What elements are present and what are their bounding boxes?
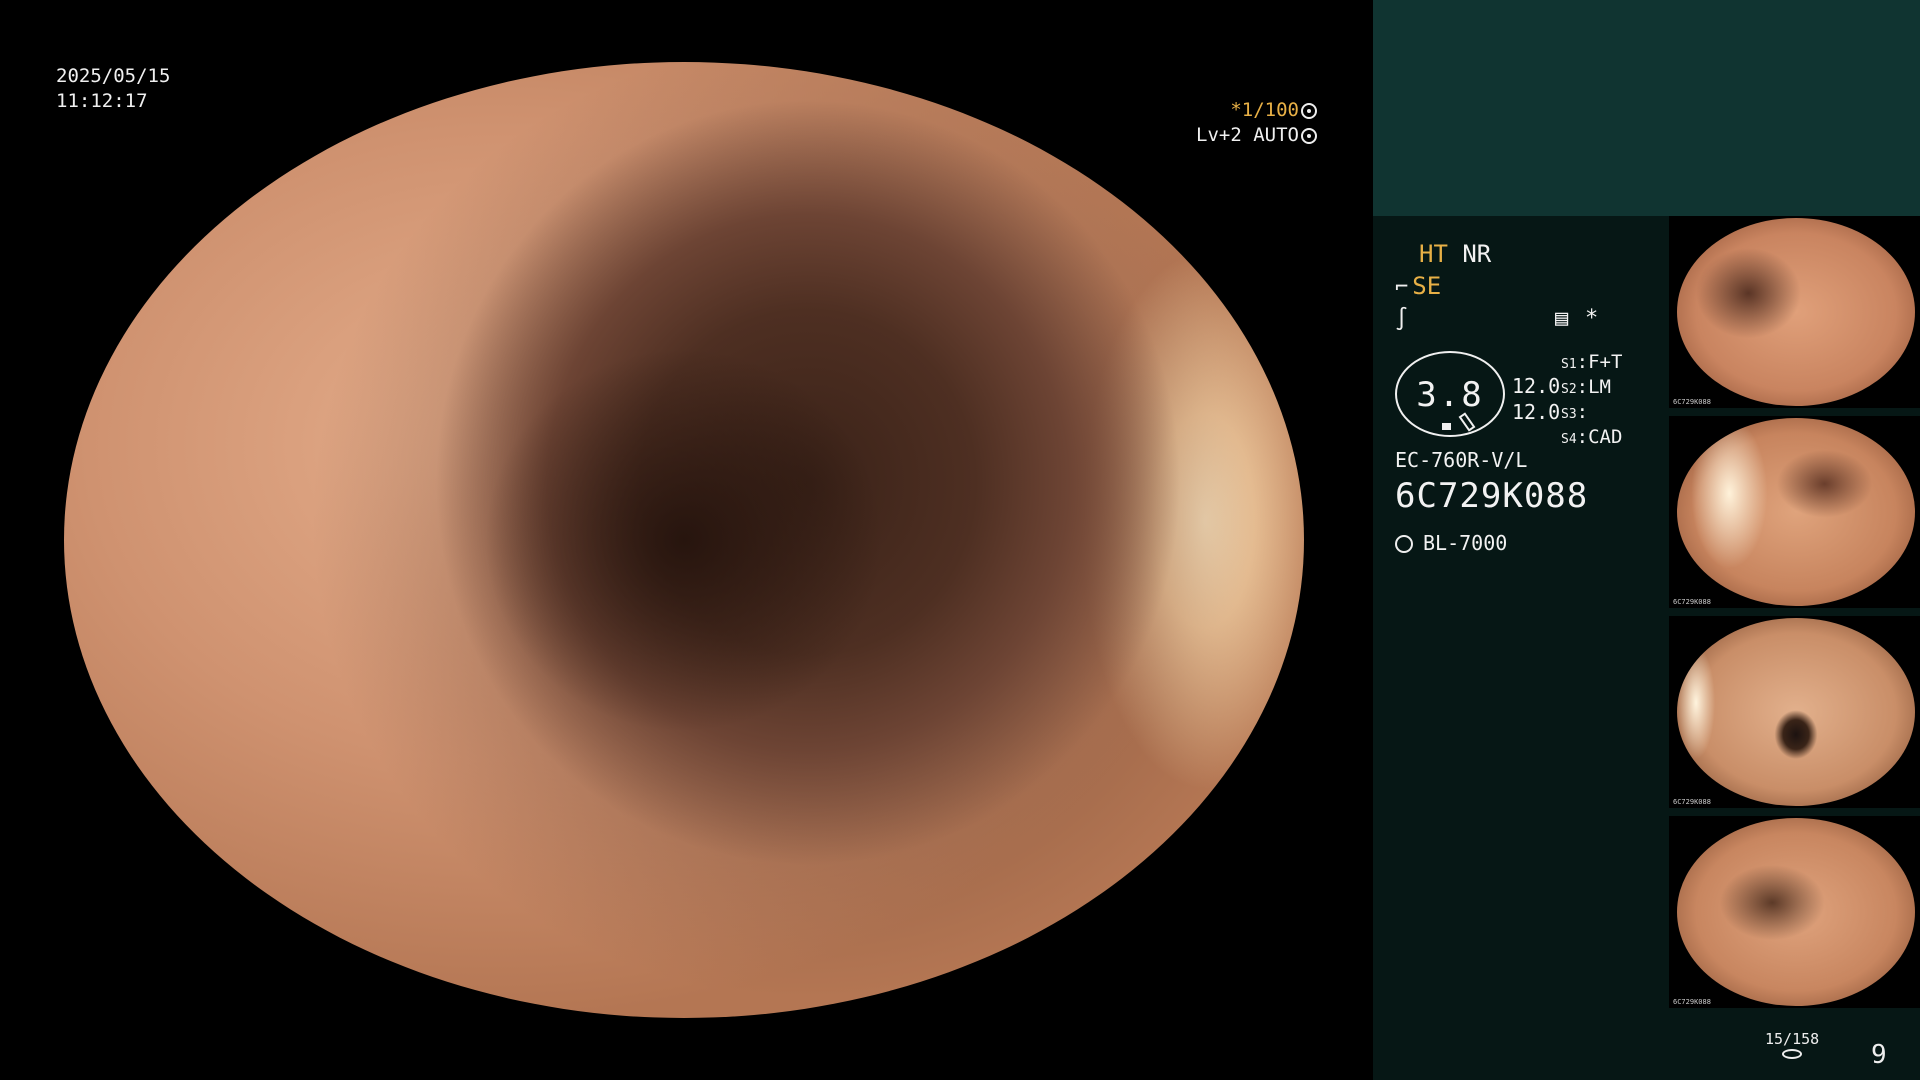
time-text: 11:12:17	[56, 90, 148, 112]
thumbnail-image	[1677, 218, 1915, 406]
asterisk-indicator: *	[1585, 306, 1599, 331]
thumbnail-image	[1677, 618, 1915, 806]
image-counter: 15/158	[1765, 1030, 1819, 1059]
s3-setting: S3:	[1561, 401, 1589, 423]
zoom-gauge: 3.8	[1395, 351, 1505, 437]
page-number: 9	[1871, 1040, 1887, 1070]
s4-setting: S4:CAD	[1561, 426, 1623, 448]
thumbnail-image	[1677, 418, 1915, 606]
s1-setting: S1:F+T	[1561, 351, 1623, 373]
thumbnail[interactable]: 6C729K088	[1669, 616, 1920, 808]
light-source-icon	[1395, 535, 1413, 553]
value-bottom: 12.0	[1512, 400, 1561, 424]
scope-model: EC-760R-V/L	[1395, 448, 1528, 472]
thumbnail-strip: 6C729K088 6C729K088 6C729K088 6C729K088	[1669, 216, 1920, 1016]
zoom-marker	[1442, 423, 1451, 430]
light-source: BL-7000	[1395, 531, 1507, 555]
iris-icon	[1301, 128, 1317, 144]
panel-header	[1373, 0, 1920, 216]
ht-indicator: HT	[1419, 240, 1448, 268]
s2-setting: S2:LM	[1561, 376, 1611, 398]
endoscopic-image	[64, 62, 1304, 1018]
curve-icon: ∫	[1395, 307, 1409, 332]
date-text: 2025/05/15	[56, 65, 171, 87]
scope-serial: 6C729K088	[1395, 476, 1589, 516]
image-mode-icon: ▤	[1555, 306, 1569, 331]
se-indicator: SE	[1412, 272, 1442, 300]
side-panel: HT NR ⌐ SE ∫ ▤ * 3.8 12.0 12.0 S1:F+T S2:…	[1373, 0, 1920, 1080]
edge-enhance-icon: ⌐	[1395, 275, 1409, 300]
thumbnail-caption: 6C729K088	[1673, 598, 1711, 606]
scope-mask-bottom	[0, 1018, 1373, 1080]
datetime-readout: 2025/05/15 11:12:17	[56, 64, 170, 114]
zoom-value: 3.8	[1416, 375, 1484, 415]
shutter-text: *1/100	[1230, 99, 1299, 121]
nr-indicator: NR	[1462, 240, 1492, 268]
thumbnail[interactable]: 6C729K088	[1669, 416, 1920, 608]
thumbnail[interactable]: 6C729K088	[1669, 216, 1920, 408]
scope-mask-top	[0, 0, 1373, 62]
counter-text: 15/158	[1765, 1030, 1820, 1048]
exposure-readout: *1/100 Lv+2 AUTO	[1196, 98, 1317, 148]
level-text: Lv+2 AUTO	[1196, 124, 1299, 146]
thumbnail-image	[1677, 818, 1915, 1006]
storage-icon	[1782, 1049, 1803, 1059]
zoom-lever-icon	[1458, 412, 1476, 432]
thumbnail-caption: 6C729K088	[1673, 998, 1711, 1006]
thumbnail[interactable]: 6C729K088	[1669, 816, 1920, 1008]
thumbnail-caption: 6C729K088	[1673, 398, 1711, 406]
endoscope-main-view: 2025/05/15 11:12:17 *1/100 Lv+2 AUTO	[0, 0, 1373, 1080]
shutter-icon	[1301, 103, 1317, 119]
thumbnail-caption: 6C729K088	[1673, 798, 1711, 806]
value-top: 12.0	[1512, 374, 1561, 398]
